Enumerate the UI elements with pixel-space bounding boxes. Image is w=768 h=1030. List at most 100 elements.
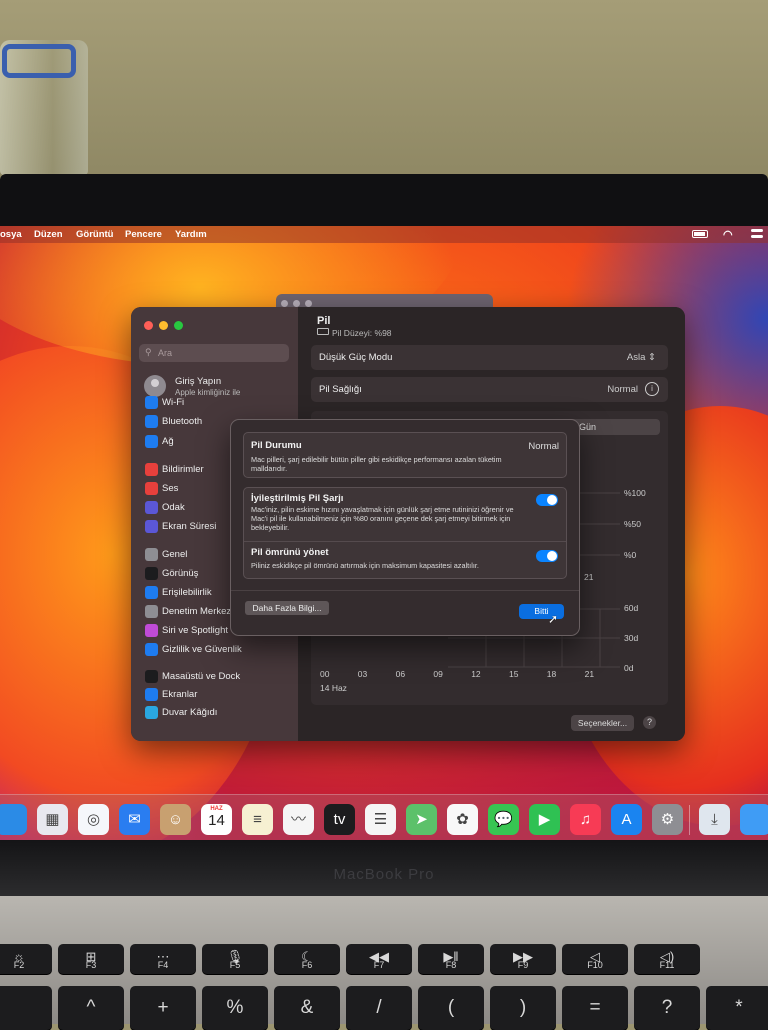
folder-icon[interactable] (740, 804, 768, 835)
dock-icon-glyph: ▶ (538, 811, 551, 828)
learn-more-button[interactable]: Daha Fazla Bilgi... (245, 601, 329, 615)
key-label: F11 (659, 960, 675, 970)
messages-icon[interactable]: 💬 (488, 804, 519, 835)
options-button[interactable]: Seçenekler... (571, 715, 634, 731)
sidebar-item-label: Bluetooth (162, 416, 203, 427)
sidebar-item-label: Siri ve Spotlight (162, 625, 229, 636)
app-store-icon[interactable]: A (611, 804, 642, 835)
battery-options-box: İyileştirilmiş Pil Şarjı Mac'iniz, pilin… (243, 487, 567, 579)
key[interactable]: + (130, 986, 196, 1030)
bell-icon (145, 463, 158, 476)
function-key[interactable]: ☾ F6 (274, 944, 340, 974)
keyboard-deck: ☼ F2 ⊞ F3 ⋯ F4 🎙 F5 ☾ F6 ◀◀ F7 ▶‖ F8 ▶▶ F9 ◁ F10 ◁) F11 ^ +%… (0, 896, 768, 1030)
menu-window[interactable]: Pencere (125, 229, 162, 240)
dock-icon-glyph: ⚙ (660, 811, 675, 828)
y-tick-right: 30d (624, 633, 639, 643)
help-button[interactable]: ? (643, 716, 656, 729)
key[interactable]: = (562, 986, 628, 1030)
search-field[interactable]: ⚲ Ara (139, 344, 289, 362)
music-icon[interactable]: ♫ (570, 804, 601, 835)
dock-icon-glyph: tv (333, 811, 346, 828)
sidebar-item-label: Ağ (162, 436, 174, 447)
dock-icon-glyph: ◎ (86, 811, 101, 828)
dock: ▦ ◎ ✉ ☺ HAZ 14 ≡ 〰 tv ☰ ➤ ✿ 💬 ▶ ♫ A ⚙ ⤓ (0, 794, 768, 842)
wallpaper-icon (145, 706, 158, 719)
close-button[interactable] (144, 321, 153, 330)
tv-icon[interactable]: tv (324, 804, 355, 835)
wall-background (0, 0, 768, 178)
zoom-button[interactable] (174, 321, 183, 330)
x-tick-label: 18 (546, 669, 557, 679)
key[interactable]: ^ (58, 986, 124, 1030)
account-name: Giriş Yapın (175, 376, 222, 387)
y-tick-left: %0 (624, 550, 637, 560)
photos-icon[interactable]: ✿ (447, 804, 478, 835)
bluetooth-icon (145, 415, 158, 428)
key[interactable]: ( (418, 986, 484, 1030)
key[interactable]: ? (634, 986, 700, 1030)
function-key[interactable]: 🎙 F5 (202, 944, 268, 974)
freeform-icon[interactable]: 〰 (283, 804, 314, 835)
launchpad-icon[interactable]: ▦ (37, 804, 68, 835)
laptop-brand-label: MacBook Pro (333, 866, 435, 883)
key[interactable]: ) (490, 986, 556, 1030)
safari-icon[interactable]: ◎ (78, 804, 109, 835)
dock-icon-glyph: ▦ (45, 811, 60, 828)
sidebar-item-label: Görünüş (162, 568, 199, 579)
menu-file[interactable]: osya (0, 229, 22, 240)
search-placeholder: Ara (158, 348, 173, 358)
y-tick-left: %50 (624, 519, 642, 529)
sidebar-item-label: Duvar Kâğıdı (162, 707, 218, 718)
menu-view[interactable]: Görüntü (76, 229, 113, 240)
search-icon: ⚲ (145, 347, 152, 357)
siri-icon (145, 624, 158, 637)
function-key[interactable]: ◁ F10 (562, 944, 628, 974)
reminders-icon[interactable]: ☰ (365, 804, 396, 835)
appearance-icon (145, 567, 158, 580)
mail-icon[interactable]: ✉ (119, 804, 150, 835)
sidebar-item-label: Gizlilik ve Güvenlik (162, 644, 242, 655)
window-controls (144, 321, 183, 330)
x-tick-label: 06 (395, 669, 406, 679)
dock-icon-glyph: ☰ (373, 811, 388, 828)
function-key[interactable]: ◁) F11 (634, 944, 700, 974)
hourglass-icon (145, 520, 158, 533)
minimize-button[interactable] (159, 321, 168, 330)
avatar (144, 375, 166, 397)
optimized-charging-toggle[interactable] (536, 494, 558, 506)
function-key[interactable]: ◀◀ F7 (346, 944, 412, 974)
finder-icon[interactable] (0, 804, 27, 835)
key[interactable]: & (274, 986, 340, 1030)
facetime-icon[interactable]: ▶ (529, 804, 560, 835)
menu-bar: osya Düzen Görüntü Pencere Yardım ◠ (0, 226, 768, 243)
control-center-icon[interactable] (751, 229, 763, 239)
y-tick-right: 60d (624, 603, 639, 613)
manage-battery-toggle[interactable] (536, 550, 558, 562)
key[interactable]: * (706, 986, 768, 1030)
maps-icon[interactable]: ➤ (406, 804, 437, 835)
downloads-icon[interactable]: ⤓ (699, 804, 730, 835)
key[interactable]: % (202, 986, 268, 1030)
optimized-charging-title: İyileştirilmiş Pil Şarjı (251, 493, 344, 504)
dock-icon-glyph: 💬 (494, 811, 513, 828)
dock-icon-glyph: ➤ (415, 811, 428, 828)
calendar-icon[interactable]: HAZ 14 (201, 804, 232, 835)
x-tick-label: 00 (320, 669, 330, 679)
system-settings-icon[interactable]: ⚙ (652, 804, 683, 835)
function-key[interactable]: ▶‖ F8 (418, 944, 484, 974)
menu-help[interactable]: Yardım (175, 229, 207, 240)
function-key[interactable]: ☼ F2 (0, 944, 52, 974)
key[interactable] (0, 986, 52, 1030)
function-key[interactable]: ⊞ F3 (58, 944, 124, 974)
key-label: F9 (517, 960, 529, 970)
notes-icon[interactable]: ≡ (242, 804, 273, 835)
key[interactable]: / (346, 986, 412, 1030)
wifi-icon[interactable]: ◠ (723, 228, 733, 241)
function-key[interactable]: ⋯ F4 (130, 944, 196, 974)
contacts-icon[interactable]: ☺ (160, 804, 191, 835)
menu-edit[interactable]: Düzen (34, 229, 63, 240)
function-key[interactable]: ▶▶ F9 (490, 944, 556, 974)
divider (244, 541, 566, 542)
battery-icon[interactable] (692, 230, 708, 238)
battery-status-box: Pil Durumu Normal Mac pilleri, şarj edil… (243, 432, 567, 478)
